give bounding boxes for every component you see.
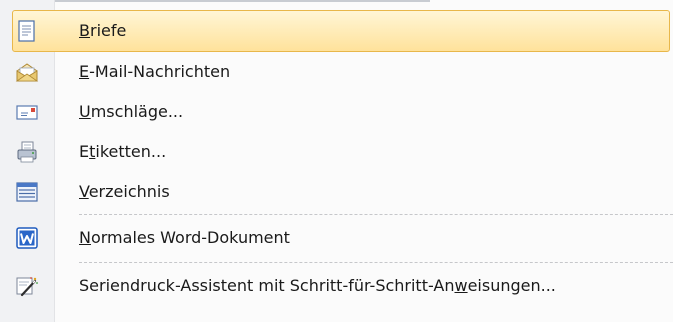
menu-item-label: Normales Word-Dokument <box>79 228 290 247</box>
envelope-icon <box>16 105 38 120</box>
labels-printer-icon <box>17 141 37 163</box>
document-icon <box>18 20 35 42</box>
menu-item-briefe[interactable]: Briefe <box>12 10 670 52</box>
menu-item-label: Briefe <box>79 21 127 40</box>
menu-item-label: Umschläge... <box>79 102 184 121</box>
menu-item-seriendruck-assistent[interactable]: Seriendruck-Assistent mit Schritt-für-Sc… <box>0 264 673 308</box>
mail-merge-dropdown-menu: Briefe E-Mail-Nachrichten Umschläge... E… <box>0 0 673 322</box>
directory-list-icon <box>16 182 38 202</box>
menu-item-normales-word-dokument[interactable]: Normales Word-Dokument <box>0 216 673 260</box>
menu-item-label: Verzeichnis <box>79 182 170 201</box>
menu-item-label: Seriendruck-Assistent mit Schritt-für-Sc… <box>79 276 556 295</box>
menu-item-umschlaege[interactable]: Umschläge... <box>0 92 673 132</box>
menu-item-label: Etiketten... <box>79 142 167 161</box>
menu-item-verzeichnis[interactable]: Verzeichnis <box>0 172 673 212</box>
wizard-wand-icon <box>16 277 38 297</box>
menu-item-label: E-Mail-Nachrichten <box>79 62 231 81</box>
envelope-open-icon <box>15 63 39 82</box>
word-document-icon <box>16 227 38 249</box>
menu-top-border <box>0 0 430 2</box>
menu-item-email[interactable]: E-Mail-Nachrichten <box>0 52 673 92</box>
menu-items: Briefe E-Mail-Nachrichten Umschläge... E… <box>0 10 673 308</box>
menu-item-etiketten[interactable]: Etiketten... <box>0 132 673 172</box>
